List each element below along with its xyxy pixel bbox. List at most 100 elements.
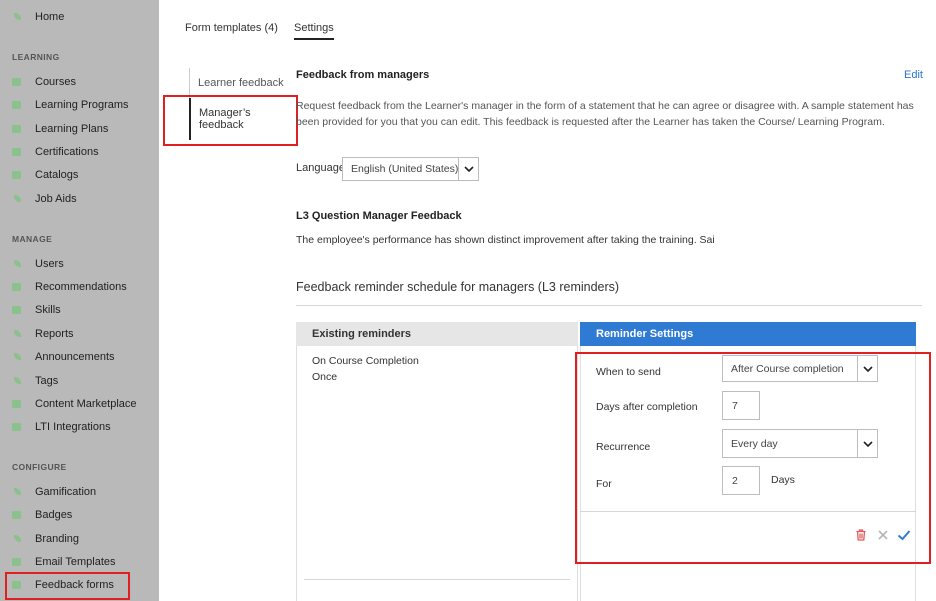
sidebar-item-content-marketplace[interactable]: Content Marketplace: [12, 395, 137, 413]
sidebar-item-label: Gamification: [35, 486, 97, 498]
badges-icon: [12, 510, 26, 520]
recurrence-select[interactable]: Every day: [722, 429, 878, 458]
sidebar-item-announcements[interactable]: Announcements: [12, 348, 115, 366]
home-icon: [12, 12, 26, 22]
learning-plans-icon: [12, 124, 26, 134]
sidebar-item-gamification[interactable]: Gamification: [12, 483, 96, 501]
reminder-settings-header: Reminder Settings: [580, 322, 916, 346]
tab-form-templates[interactable]: Form templates (4): [185, 22, 278, 34]
courses-icon: [12, 77, 26, 87]
tags-icon: [12, 376, 26, 386]
feedback-forms-icon: [12, 580, 26, 590]
sidebar-item-recommendations[interactable]: Recommendations: [12, 278, 127, 296]
check-icon[interactable]: [897, 528, 911, 542]
recommendations-icon: [12, 282, 26, 292]
sidebar-item-courses[interactable]: Courses: [12, 73, 76, 91]
subnav-learner-feedback[interactable]: Learner feedback: [190, 68, 294, 98]
language-select[interactable]: English (United States): [342, 157, 479, 181]
chevron-down-icon: [857, 430, 877, 457]
reports-icon: [12, 329, 26, 339]
sidebar-item-label: Catalogs: [35, 169, 79, 181]
section-header-configure: CONFIGURE: [12, 462, 67, 472]
recurrence-value: Every day: [731, 437, 778, 450]
when-to-send-value: After Course completion: [731, 362, 844, 375]
skills-icon: [12, 305, 26, 315]
divider: [580, 511, 916, 512]
sidebar-item-label: Skills: [35, 304, 61, 316]
subnav-managers-feedback[interactable]: Manager’s feedback: [189, 98, 294, 140]
divider: [296, 305, 922, 306]
sidebar-item-label: Recommendations: [35, 281, 127, 293]
language-label: Language: [296, 162, 345, 174]
chevron-down-icon: [458, 158, 478, 180]
days-after-completion-label: Days after completion: [596, 401, 698, 413]
sidebar: Home LEARNING Courses Learning Programs …: [0, 0, 159, 601]
sidebar-item-home[interactable]: Home: [12, 8, 64, 26]
for-input[interactable]: 2: [722, 466, 760, 495]
sidebar-item-badges[interactable]: Badges: [12, 506, 72, 524]
sidebar-item-label: Feedback forms: [35, 579, 114, 591]
sidebar-item-email-templates[interactable]: Email Templates: [12, 553, 116, 571]
sidebar-item-label: Reports: [35, 328, 74, 340]
lti-integrations-icon: [12, 422, 26, 432]
sidebar-item-reports[interactable]: Reports: [12, 325, 74, 343]
sidebar-item-learning-programs[interactable]: Learning Programs: [12, 96, 129, 114]
close-icon[interactable]: [876, 528, 890, 542]
announcements-icon: [12, 352, 26, 362]
sidebar-item-label: Certifications: [35, 146, 99, 158]
sidebar-item-label: Content Marketplace: [35, 398, 137, 410]
email-templates-icon: [12, 557, 26, 567]
for-label: For: [596, 478, 612, 490]
sidebar-item-tags[interactable]: Tags: [12, 372, 58, 390]
users-icon: [12, 259, 26, 269]
certifications-icon: [12, 147, 26, 157]
when-to-send-select[interactable]: After Course completion: [722, 355, 878, 382]
branding-icon: [12, 534, 26, 544]
sidebar-item-feedback-forms[interactable]: Feedback forms: [12, 576, 114, 594]
sidebar-item-learning-plans[interactable]: Learning Plans: [12, 120, 108, 138]
section-header-manage: MANAGE: [12, 234, 53, 244]
chevron-down-icon: [857, 356, 877, 381]
gamification-icon: [12, 487, 26, 497]
catalogs-icon: [12, 170, 26, 180]
existing-reminders-panel: [296, 346, 578, 601]
sidebar-item-job-aids[interactable]: Job Aids: [12, 190, 77, 208]
question-text: The employee's performance has shown dis…: [296, 234, 715, 246]
sidebar-item-label: Home: [35, 11, 65, 23]
sidebar-item-label: Users: [35, 258, 64, 270]
sidebar-item-label: Learning Plans: [35, 123, 109, 135]
learning-programs-icon: [12, 100, 26, 110]
sidebar-item-users[interactable]: Users: [12, 255, 64, 273]
language-select-value: English (United States): [351, 163, 458, 175]
reminder-item-frequency[interactable]: Once: [312, 371, 337, 383]
sidebar-item-label: Learning Programs: [35, 99, 129, 111]
sidebar-item-skills[interactable]: Skills: [12, 301, 61, 319]
feedback-subnav: Learner feedback Manager’s feedback: [189, 68, 294, 140]
divider: [304, 579, 570, 580]
question-title: L3 Question Manager Feedback: [296, 210, 462, 222]
sidebar-item-label: Email Templates: [35, 556, 116, 568]
page-title: Feedback from managers: [296, 69, 430, 81]
sidebar-item-certifications[interactable]: Certifications: [12, 143, 99, 161]
edit-link[interactable]: Edit: [904, 69, 923, 81]
schedule-title: Feedback reminder schedule for managers …: [296, 280, 620, 294]
days-after-completion-input[interactable]: 7: [722, 391, 760, 420]
job-aids-icon: [12, 194, 26, 204]
when-to-send-label: When to send: [596, 366, 661, 378]
sidebar-item-label: Courses: [35, 76, 76, 88]
sidebar-item-label: Branding: [35, 533, 80, 545]
sidebar-item-lti-integrations[interactable]: LTI Integrations: [12, 418, 111, 436]
sidebar-item-label: Job Aids: [35, 193, 77, 205]
sidebar-item-label: Tags: [35, 375, 59, 387]
sidebar-item-branding[interactable]: Branding: [12, 530, 79, 548]
sidebar-item-catalogs[interactable]: Catalogs: [12, 166, 78, 184]
feedback-description: Request feedback from the Learner's mana…: [296, 100, 914, 128]
sidebar-item-label: LTI Integrations: [35, 421, 111, 433]
reminder-item-trigger[interactable]: On Course Completion: [312, 355, 419, 367]
recurrence-label: Recurrence: [596, 441, 651, 453]
tab-settings[interactable]: Settings: [294, 22, 334, 40]
delete-icon[interactable]: [854, 528, 868, 542]
existing-reminders-header: Existing reminders: [296, 322, 578, 346]
for-unit-label: Days: [771, 474, 795, 486]
sidebar-item-label: Badges: [35, 509, 73, 521]
